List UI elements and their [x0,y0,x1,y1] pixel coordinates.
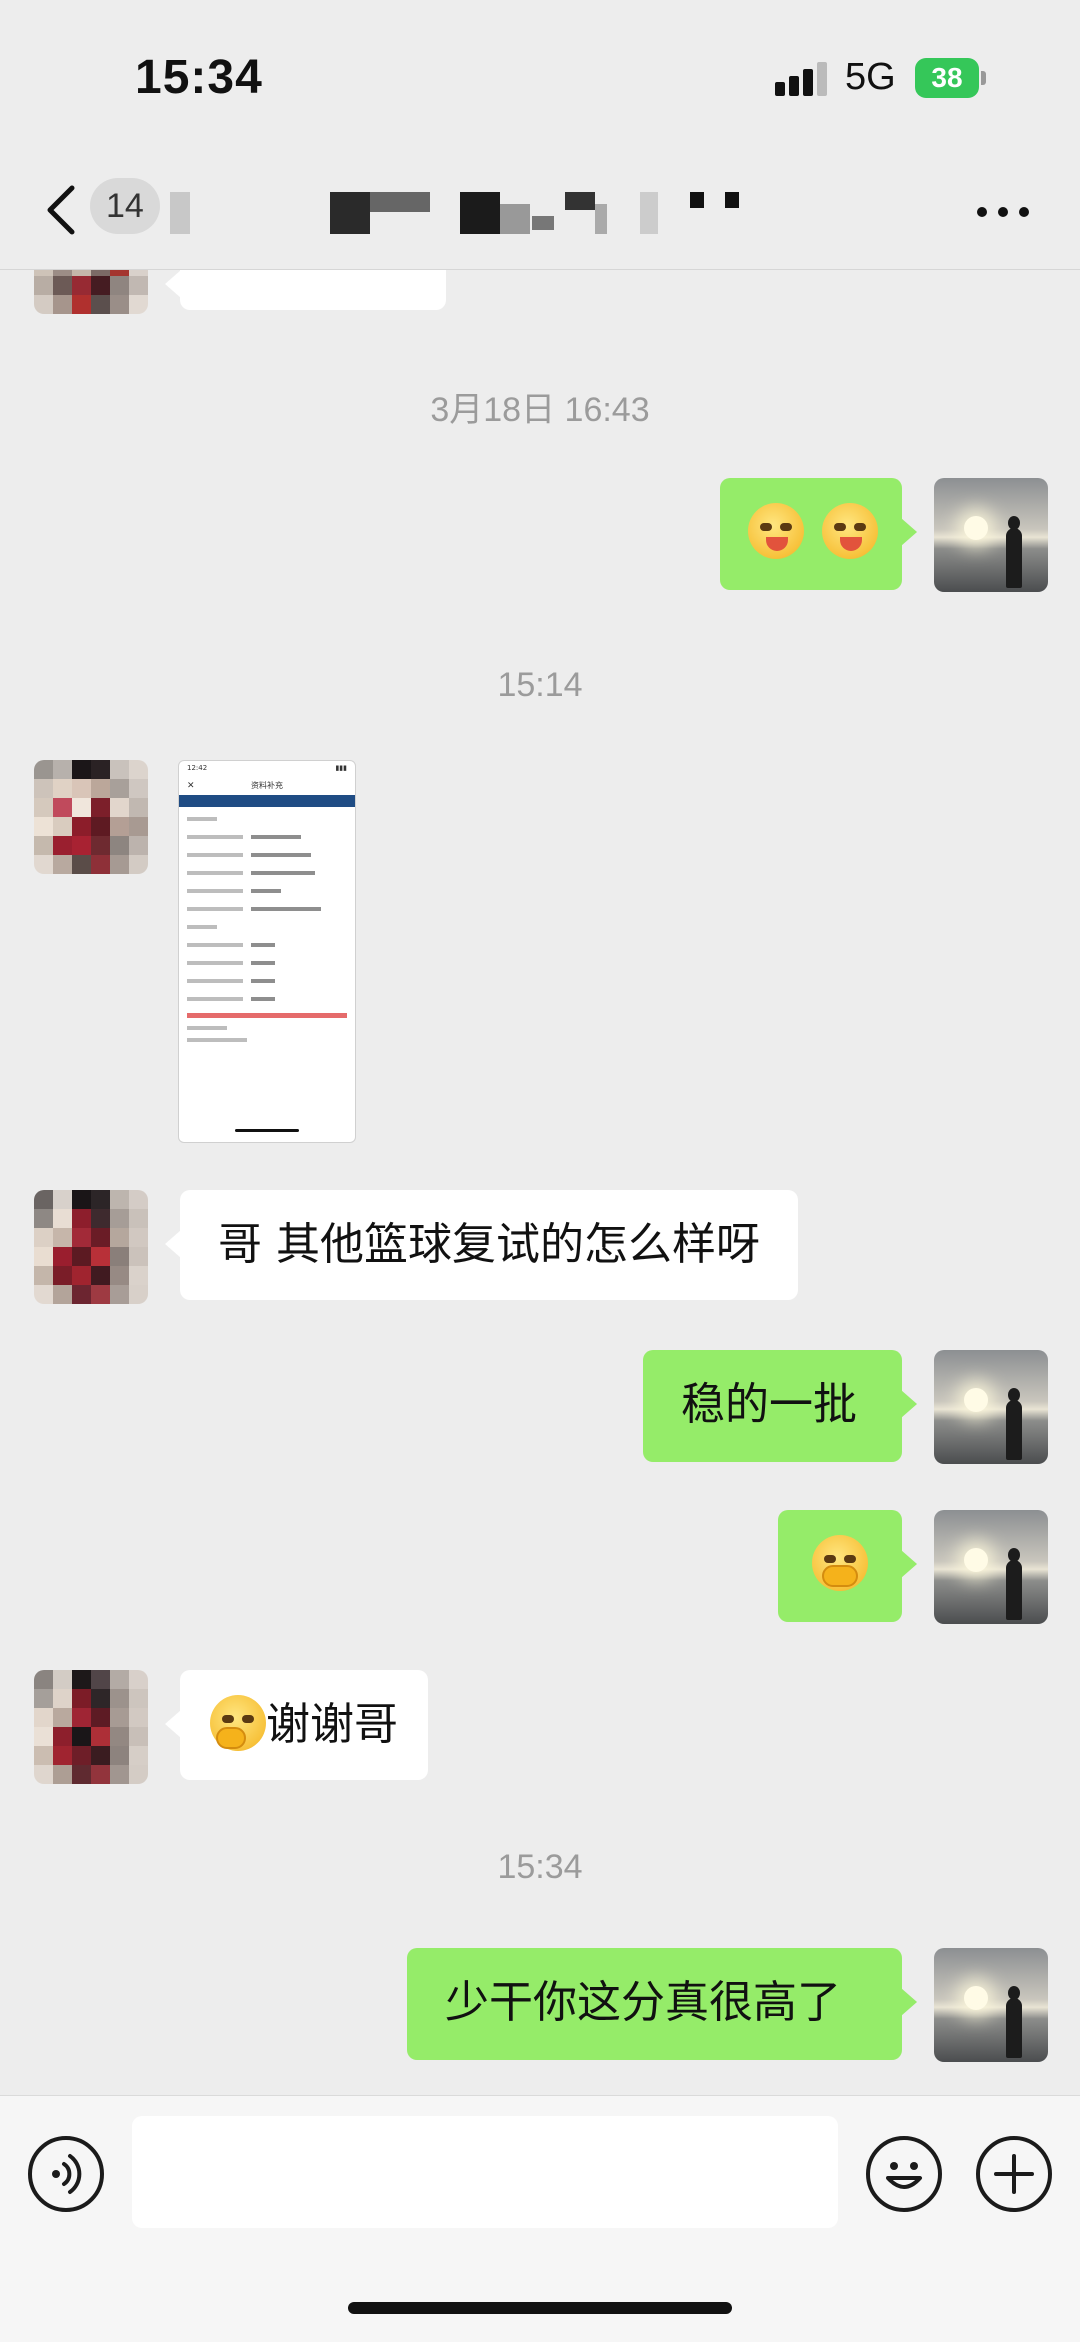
message-bubble-outgoing[interactable] [720,478,917,590]
signal-icon [775,62,831,96]
message-bubble-outgoing[interactable]: 少干你这分真很高了 [407,1948,917,2060]
message-bubble-incoming-cut[interactable] [165,270,446,310]
shy-face-icon [812,1535,868,1591]
my-avatar[interactable] [934,1510,1048,1624]
battery-level: 38 [915,58,979,98]
contact-avatar[interactable] [34,270,148,314]
screenshot-banner [179,795,355,807]
message-bubble-outgoing[interactable]: 稳的一批 [643,1350,917,1462]
home-indicator [348,2302,732,2314]
chat-header: 14 [0,150,1080,270]
thinking-face-icon [210,1695,266,1751]
voice-icon [52,2154,82,2194]
chat-title-redacted [170,192,770,234]
timestamp: 15:14 [497,666,583,704]
unread-count-badge[interactable]: 14 [90,178,160,234]
contact-avatar[interactable] [34,1670,148,1784]
message-bubble-incoming[interactable]: 哥 其他篮球复试的怎么样呀 [165,1190,798,1300]
message-bubble-outgoing[interactable] [778,1510,917,1622]
blushing-face-icon [822,503,878,559]
network-type: 5G [845,56,896,98]
my-avatar[interactable] [934,1948,1048,2062]
chat-messages[interactable]: 3月18日 16:43 15:14 12:42 ▮▮▮ ✕ 资料补充 哥 其他篮… [0,270,1080,2095]
timestamp: 3月18日 16:43 [430,391,650,429]
voice-input-button[interactable] [28,2136,104,2212]
shared-screenshot-image[interactable]: 12:42 ▮▮▮ ✕ 资料补充 [178,760,356,1143]
screenshot-title-text: 资料补充 [251,781,283,790]
contact-avatar[interactable] [34,760,148,874]
screenshot-title: ✕ 资料补充 [187,781,283,791]
my-avatar[interactable] [934,478,1048,592]
screenshot-status: 12:42 ▮▮▮ [187,764,347,772]
my-avatar[interactable] [934,1350,1048,1464]
smiley-icon [886,2162,922,2189]
back-arrow-icon[interactable] [38,182,88,238]
message-bubble-incoming[interactable]: 谢谢哥 [165,1670,428,1780]
blushing-face-icon [748,503,804,559]
status-time: 15:34 [135,51,263,104]
message-input[interactable] [132,2116,838,2228]
emoji-picker-button[interactable] [866,2136,942,2212]
more-options-icon[interactable] [975,205,1031,219]
plus-icon [994,2154,1034,2194]
contact-avatar[interactable] [34,1190,148,1304]
battery-icon: 38 [915,58,987,98]
status-bar: 15:34 5G 38 [0,0,1080,150]
timestamp: 15:34 [497,1848,583,1886]
more-functions-button[interactable] [976,2136,1052,2212]
thanks-text: 谢谢哥 [266,1699,398,1750]
screenshot-time: 12:42 [187,764,208,772]
